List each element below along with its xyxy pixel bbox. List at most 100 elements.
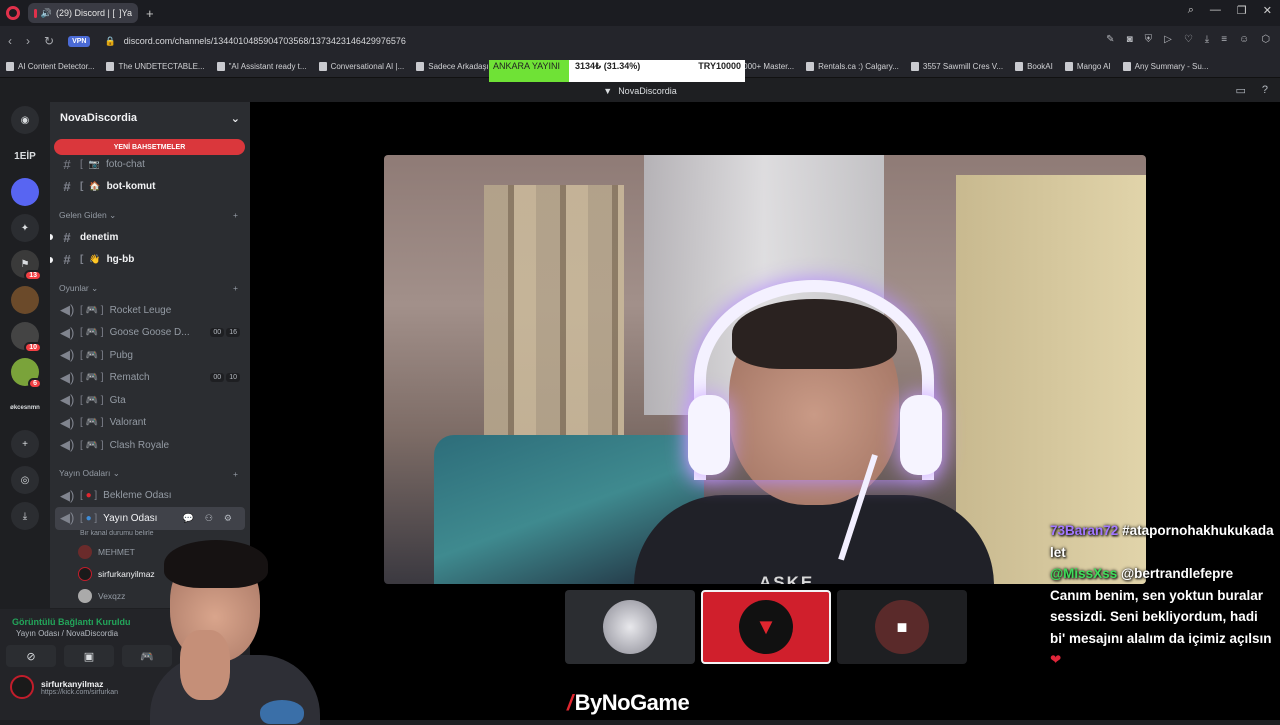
stream-chat-overlay: 73Baran72 #atapornohakhukukadalet @MissX… [1048,520,1276,671]
guild-icon[interactable] [11,286,39,314]
speaker-icon: ◀) [60,347,75,363]
participant-tile-active[interactable]: ▼ [701,590,831,664]
camera-icon[interactable]: ◙ [1127,34,1133,45]
participant-tile[interactable] [565,590,695,664]
chat-message: @MissXss @bertrandlefepre Canım benim, s… [1048,563,1276,671]
voice-channel[interactable]: ◀)[ 🎮 ] Gta [50,389,250,412]
channel-denetim[interactable]: # denetim [50,226,250,249]
guild-icon[interactable]: ✦ [11,214,39,242]
voice-channel[interactable]: ◀)[ 🎮 ] Rematch 00 10 [50,367,250,390]
hash-icon: # [63,252,71,268]
voice-channel-bekleme[interactable]: ◀)[ ● ] Bekleme Odası [50,485,250,508]
download-apps-icon[interactable]: ⤓ [11,502,39,530]
hash-icon: # [63,229,71,245]
heart-icon[interactable]: ♡ [1184,34,1193,45]
extension-icon[interactable]: ⬡ [1261,34,1270,45]
edit-icon[interactable]: ✎ [1106,34,1114,45]
help-icon[interactable]: ? [1262,84,1268,97]
avatar [603,600,657,654]
vpn-badge[interactable]: VPN [68,35,91,47]
participant-tile[interactable]: ■ [837,590,967,664]
bookmark[interactable]: "AI Assistant ready t... [217,62,307,71]
voice-channel-yayin[interactable]: ◀)[ ● ] Yayın Odası 💬 ⚇ ⚙ [55,507,245,530]
bookmark[interactable]: Sadece Arkadaşız [416,62,492,71]
add-channel-icon[interactable]: + [233,210,238,220]
back-icon[interactable]: ‹ [8,34,12,48]
invite-icon[interactable]: ⚇ [202,512,216,525]
url-field[interactable]: discord.com/channels/1344010485904703568… [124,36,406,46]
menu-icon[interactable]: ≡ [1221,34,1227,45]
add-channel-icon[interactable]: + [233,469,238,479]
headphones-icon [694,280,934,480]
add-server-icon[interactable]: + [11,430,39,458]
voice-channel[interactable]: ◀)[ 🎮 ] Valorant [50,412,250,435]
play-icon[interactable]: ▷ [1164,34,1172,45]
guild-icon[interactable]: 6 [11,358,42,389]
earcup [900,395,942,475]
avatar [10,675,34,699]
bookmark[interactable]: BookAI [1015,62,1053,71]
bookmark[interactable]: Rentals.ca :) Calgary... [806,62,899,71]
address-bar: ‹ › ↻ VPN 🔒 discord.com/channels/1344010… [0,26,1280,56]
guild-icon[interactable]: 10 [11,322,42,353]
browser-tab-bar: 🔊 (29) Discord | [ ]Ya + ⌕ — ❐ ✕ [0,0,1280,26]
minimize-button[interactable]: — [1210,4,1221,17]
opera-logo-icon[interactable] [6,6,20,20]
speaker-icon: ◀) [60,324,75,340]
guild-icon-active[interactable]: ⚑ 13 [11,250,42,281]
forward-icon[interactable]: › [26,34,30,48]
maximize-button[interactable]: ❐ [1237,4,1247,17]
reload-icon[interactable]: ↻ [44,34,54,48]
donation-ticker: ANKARA YAYINI 3134₺ (31.34%) TRY10000 [489,60,745,82]
chevron-down-icon: ⌄ [230,112,240,125]
discover-icon[interactable]: ◎ [11,466,39,494]
tab-discord[interactable]: 🔊 (29) Discord | [ ]Ya [28,3,138,23]
voice-channel[interactable]: ◀)[ 🎮 ] Clash Royale [50,434,250,457]
bookmark[interactable]: The UNDETECTABLE... [106,62,204,71]
ticker-progress: 3134₺ (31.34%) [575,61,641,71]
category-oyunlar[interactable]: Oyunlar ⌄ + [50,277,250,299]
profile-icon[interactable]: ☺ [1239,34,1249,45]
avatar: ▼ [739,600,793,654]
bookmark[interactable]: Any Summary - Su... [1123,62,1209,71]
bookmark[interactable]: AI Content Detector... [6,62,94,71]
unread-indicator [50,234,53,241]
settings-icon[interactable]: ⚙ [221,512,235,525]
search-icon[interactable]: ⌕ [1188,4,1194,17]
guild-icon[interactable] [11,178,39,206]
screen-share-button[interactable]: ▣ [64,645,114,667]
category-gelen-giden[interactable]: Gelen Giden ⌄ + [50,204,250,226]
inbox-icon[interactable]: ▭ [1235,84,1245,97]
main-video-feed[interactable]: ASKE [384,155,1146,584]
chat-username: @MissXss [1050,566,1118,581]
channel-hg-bb[interactable]: #[ 👋 hg-bb [50,249,250,272]
voice-channel[interactable]: ◀)[ 🎮 ] Rocket Leuge [50,299,250,322]
username: sirfurkanyilmaz [41,678,104,689]
download-icon[interactable]: ⤓ [1205,34,1209,45]
discord-home-icon[interactable]: ◉ [11,106,39,134]
user-count: 00 16 [210,328,240,338]
bookmark[interactable]: Conversational AI |... [319,62,405,71]
hash-icon: # [63,156,71,172]
guild-1eip[interactable]: 1EİP [11,142,39,170]
guild-text[interactable]: økcesnmn [10,394,40,422]
close-button[interactable]: ✕ [1263,4,1272,17]
new-tab-button[interactable]: + [146,6,154,21]
channel-status[interactable]: Bir kanal durumu belirle [50,530,250,541]
bookmark[interactable]: Mango AI [1065,62,1111,71]
chat-icon[interactable]: 💬 [180,512,197,525]
camera-off-button[interactable]: ⊘ [6,645,56,667]
server-header[interactable]: NovaDiscordia ⌄ [50,102,250,134]
voice-channel[interactable]: ◀)[ 🎮 ] Pubg [50,344,250,367]
channel-foto-chat[interactable]: #[ 📷 foto-chat [50,153,250,176]
bookmark[interactable]: 3557 Sawmill Cres V... [911,62,1003,71]
category-yayin-odalari[interactable]: Yayın Odaları ⌄ + [50,463,250,485]
add-channel-icon[interactable]: + [233,283,238,293]
shield-icon[interactable]: ⛨ [1145,34,1153,45]
voice-channel[interactable]: ◀)[ 🎮 ] Goose Goose D... 00 16 [50,322,250,345]
speaker-icon: ◀) [60,369,75,385]
chat-username: 73Baran72 [1050,523,1119,538]
facecam-hand [180,630,230,700]
channel-bot-komut[interactable]: #[ 🏠 bot-komut [50,176,250,199]
address-bar-icons: ✎ ◙ ⛨ ▷ ♡ ⤓ ≡ ☺ ⬡ [1106,34,1270,45]
